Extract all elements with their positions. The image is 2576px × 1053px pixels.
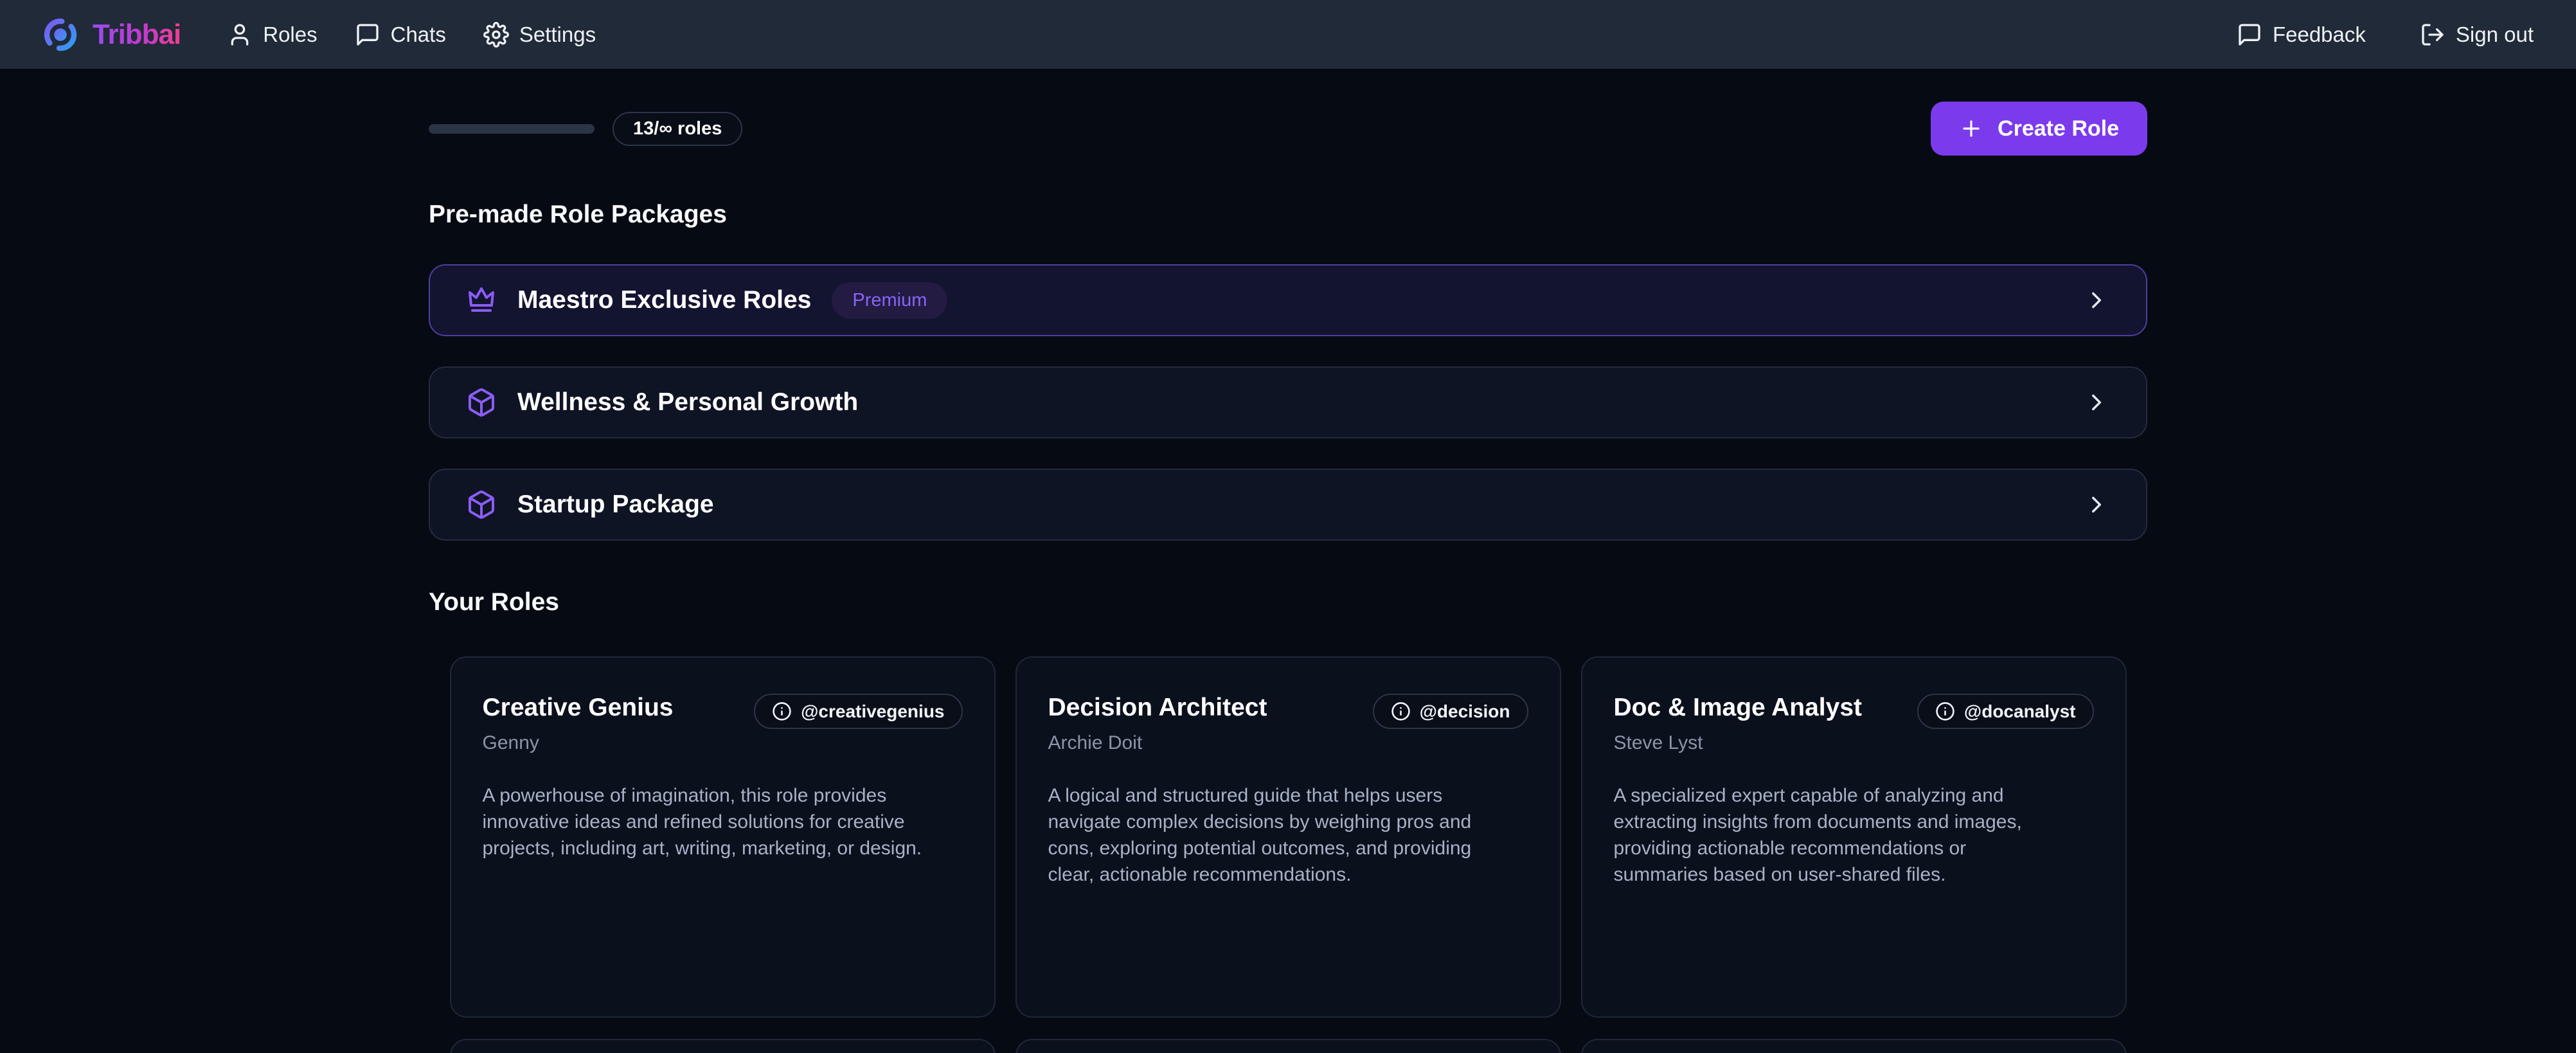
package-list: Maestro Exclusive Roles Premium Wellness…: [429, 264, 2147, 541]
plus-icon: [1959, 116, 1983, 141]
crown-icon: [466, 285, 497, 316]
brand-name: Tribbai: [93, 19, 181, 51]
role-card-title: Decision Architect: [1048, 694, 1267, 722]
package-icon: [466, 387, 497, 418]
chevron-right-icon: [2083, 389, 2110, 416]
role-cards-grid: Creative Genius Genny @creativegenius A …: [429, 656, 2147, 1018]
package-title: Maestro Exclusive Roles: [517, 286, 811, 314]
user-icon: [227, 22, 253, 48]
create-role-button[interactable]: Create Role: [1931, 102, 2147, 156]
packages-section-heading: Pre-made Role Packages: [429, 201, 2147, 229]
role-card-description: A powerhouse of imagination, this role p…: [483, 782, 933, 861]
role-card-subtitle: Genny: [483, 732, 674, 754]
role-card-creative-genius[interactable]: Creative Genius Genny @creativegenius A …: [450, 656, 996, 1018]
top-nav: Tribbai Roles Chats Settings Feedback Si…: [0, 0, 2576, 69]
package-row-maestro-exclusive-roles[interactable]: Maestro Exclusive Roles Premium: [429, 264, 2147, 336]
role-card-partial[interactable]: [450, 1039, 996, 1053]
role-card-partial[interactable]: [1581, 1039, 2127, 1053]
role-card-decision-architect[interactable]: Decision Architect Archie Doit @decision…: [1015, 656, 1561, 1018]
role-card-doc-image-analyst[interactable]: Doc & Image Analyst Steve Lyst @docanaly…: [1581, 656, 2127, 1018]
nav-item-sign-out[interactable]: Sign out: [2420, 22, 2534, 48]
role-card-description: A logical and structured guide that help…: [1048, 782, 1498, 888]
role-card-subtitle: Archie Doit: [1048, 732, 1267, 754]
roles-count-badge: 13/∞ roles: [613, 112, 742, 146]
info-icon: [1935, 701, 1955, 721]
role-card-partial[interactable]: [1015, 1039, 1561, 1053]
package-row-startup-package[interactable]: Startup Package: [429, 469, 2147, 541]
role-card-subtitle: Steve Lyst: [1614, 732, 1863, 754]
role-cards-grid-next-row: [429, 1039, 2147, 1053]
nav-left: Roles Chats Settings: [227, 22, 596, 48]
package-title: Startup Package: [517, 491, 714, 519]
roles-quota-progress-bar: [429, 124, 595, 134]
role-handle-badge[interactable]: @creativegenius: [754, 694, 962, 729]
chat-bubble-icon: [2237, 22, 2262, 48]
chat-bubble-icon: [355, 22, 380, 48]
gear-icon: [483, 22, 509, 48]
nav-item-chats[interactable]: Chats: [355, 22, 446, 48]
nav-item-feedback[interactable]: Feedback: [2237, 22, 2366, 48]
role-card-description: A specialized expert capable of analyzin…: [1614, 782, 2064, 888]
main-content: 13/∞ roles Create Role Pre-made Role Pac…: [429, 102, 2147, 1053]
tribbai-logo-icon: [42, 17, 78, 53]
roles-toolbar: 13/∞ roles Create Role: [429, 102, 2147, 156]
info-icon: [772, 701, 792, 721]
package-row-wellness-personal-growth[interactable]: Wellness & Personal Growth: [429, 366, 2147, 438]
nav-item-settings[interactable]: Settings: [483, 22, 596, 48]
your-roles-section-heading: Your Roles: [429, 588, 2147, 616]
role-card-title: Creative Genius: [483, 694, 674, 722]
nav-item-roles[interactable]: Roles: [227, 22, 317, 48]
info-icon: [1391, 701, 1411, 721]
nav-right: Feedback Sign out: [2237, 22, 2534, 48]
sign-out-icon: [2420, 22, 2446, 48]
role-card-title: Doc & Image Analyst: [1614, 694, 1863, 722]
role-handle-badge[interactable]: @docanalyst: [1917, 694, 2094, 729]
chevron-right-icon: [2083, 287, 2110, 314]
package-icon: [466, 489, 497, 520]
chevron-right-icon: [2083, 491, 2110, 518]
create-role-label: Create Role: [1998, 116, 2119, 141]
package-title: Wellness & Personal Growth: [517, 388, 858, 417]
brand-logo[interactable]: Tribbai: [42, 17, 181, 53]
premium-badge: Premium: [832, 282, 947, 319]
role-handle-badge[interactable]: @decision: [1373, 694, 1528, 729]
